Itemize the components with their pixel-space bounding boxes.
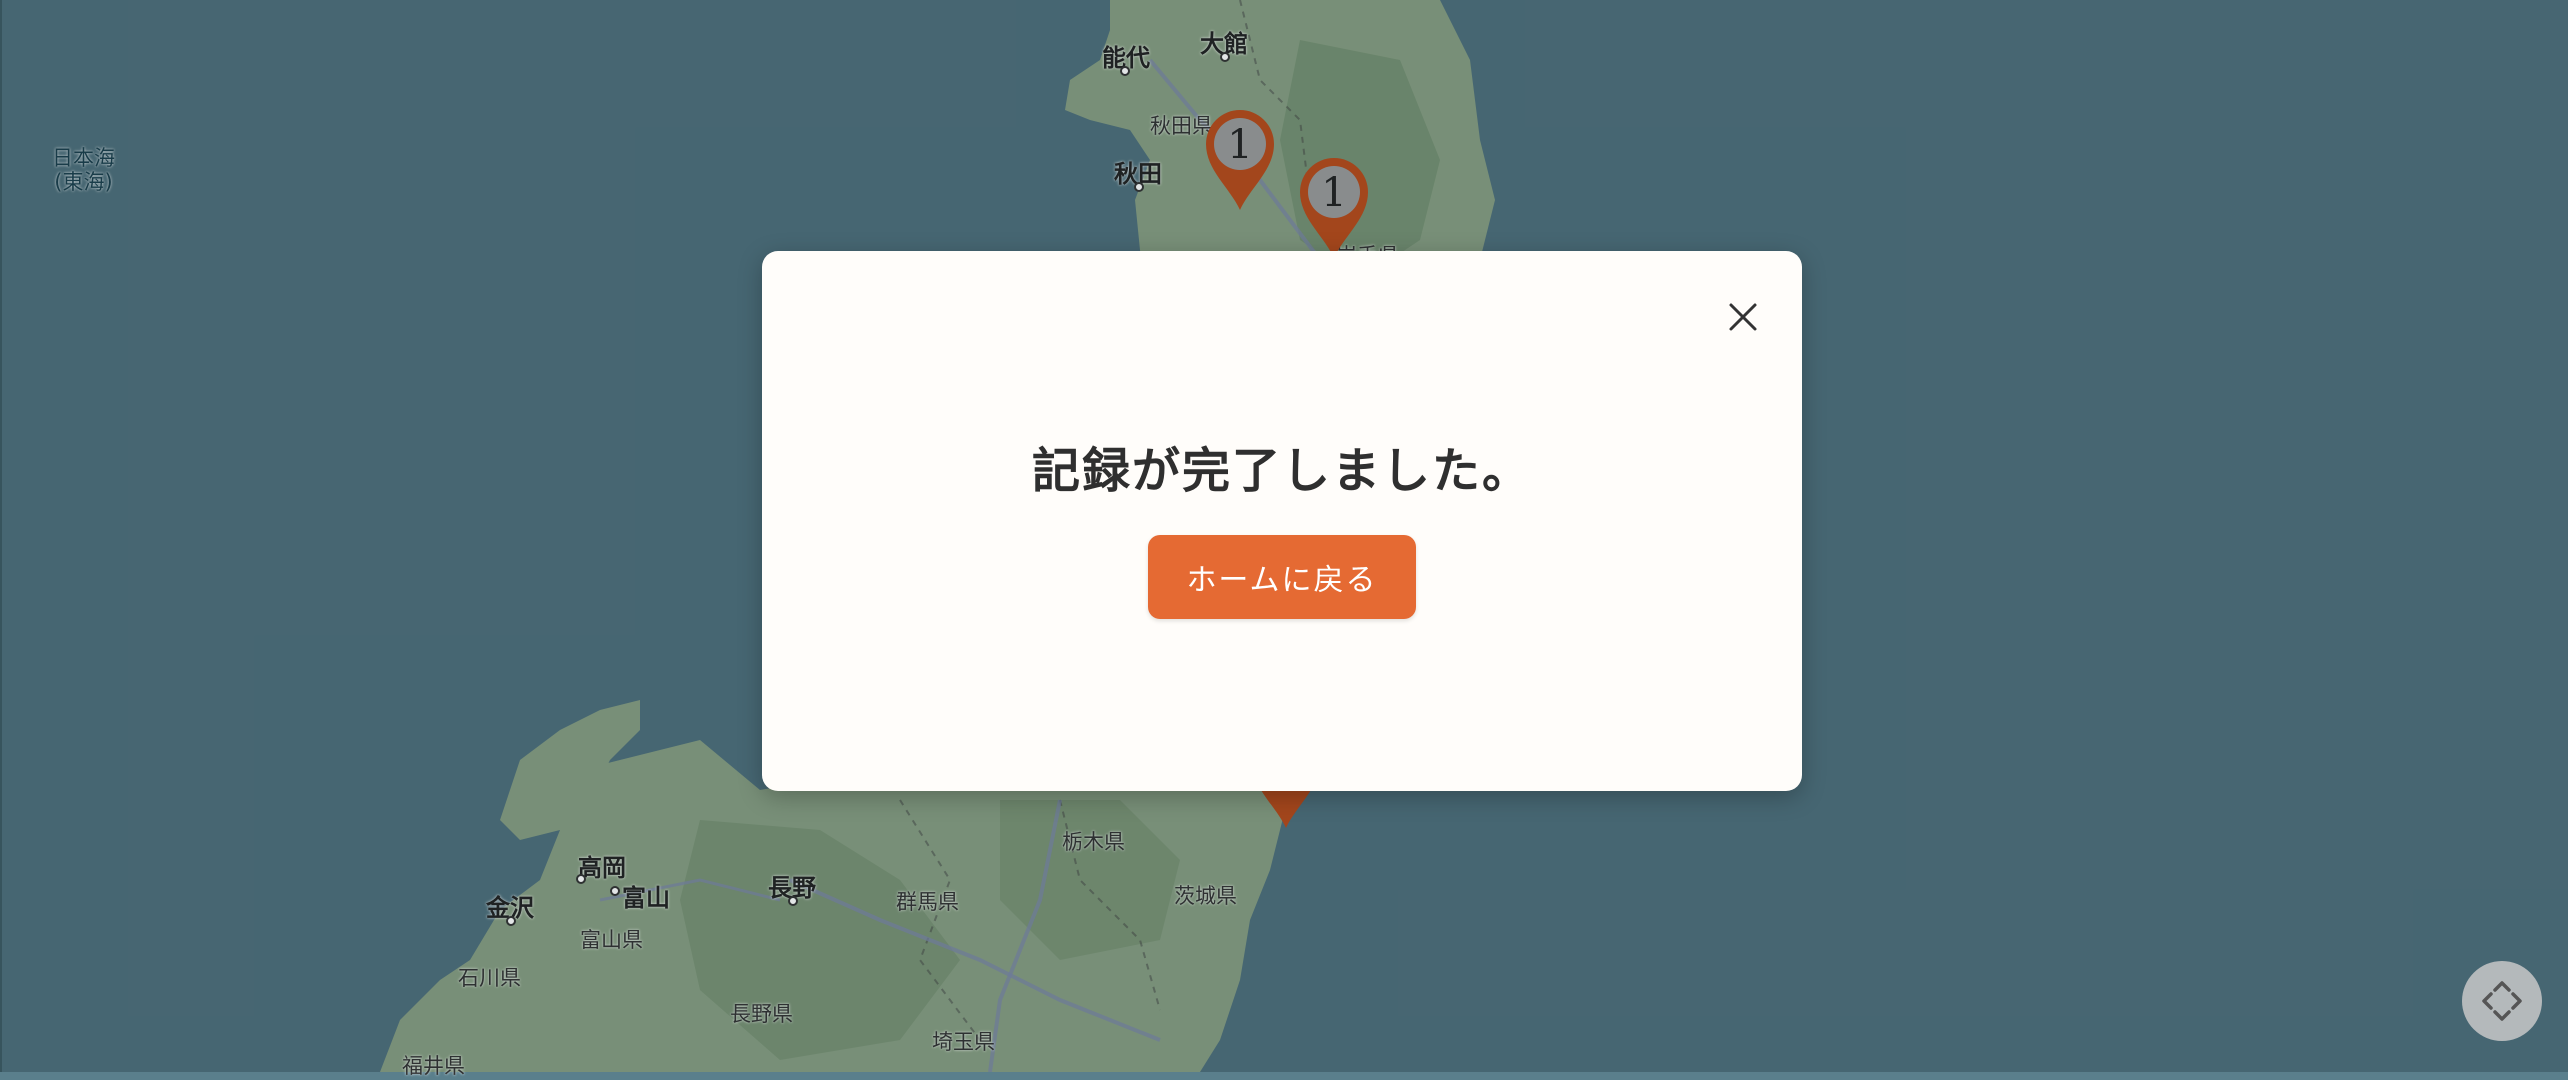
fullscreen-icon — [2482, 981, 2522, 1021]
dialog-title: 記録が完了しました。 — [1031, 443, 1532, 499]
fullscreen-button[interactable] — [2462, 961, 2542, 1041]
close-icon — [1729, 303, 1757, 331]
close-button[interactable] — [1717, 291, 1769, 343]
completion-dialog: 記録が完了しました。 ホームに戻る — [762, 251, 1802, 791]
home-button[interactable]: ホームに戻る — [1148, 535, 1416, 619]
